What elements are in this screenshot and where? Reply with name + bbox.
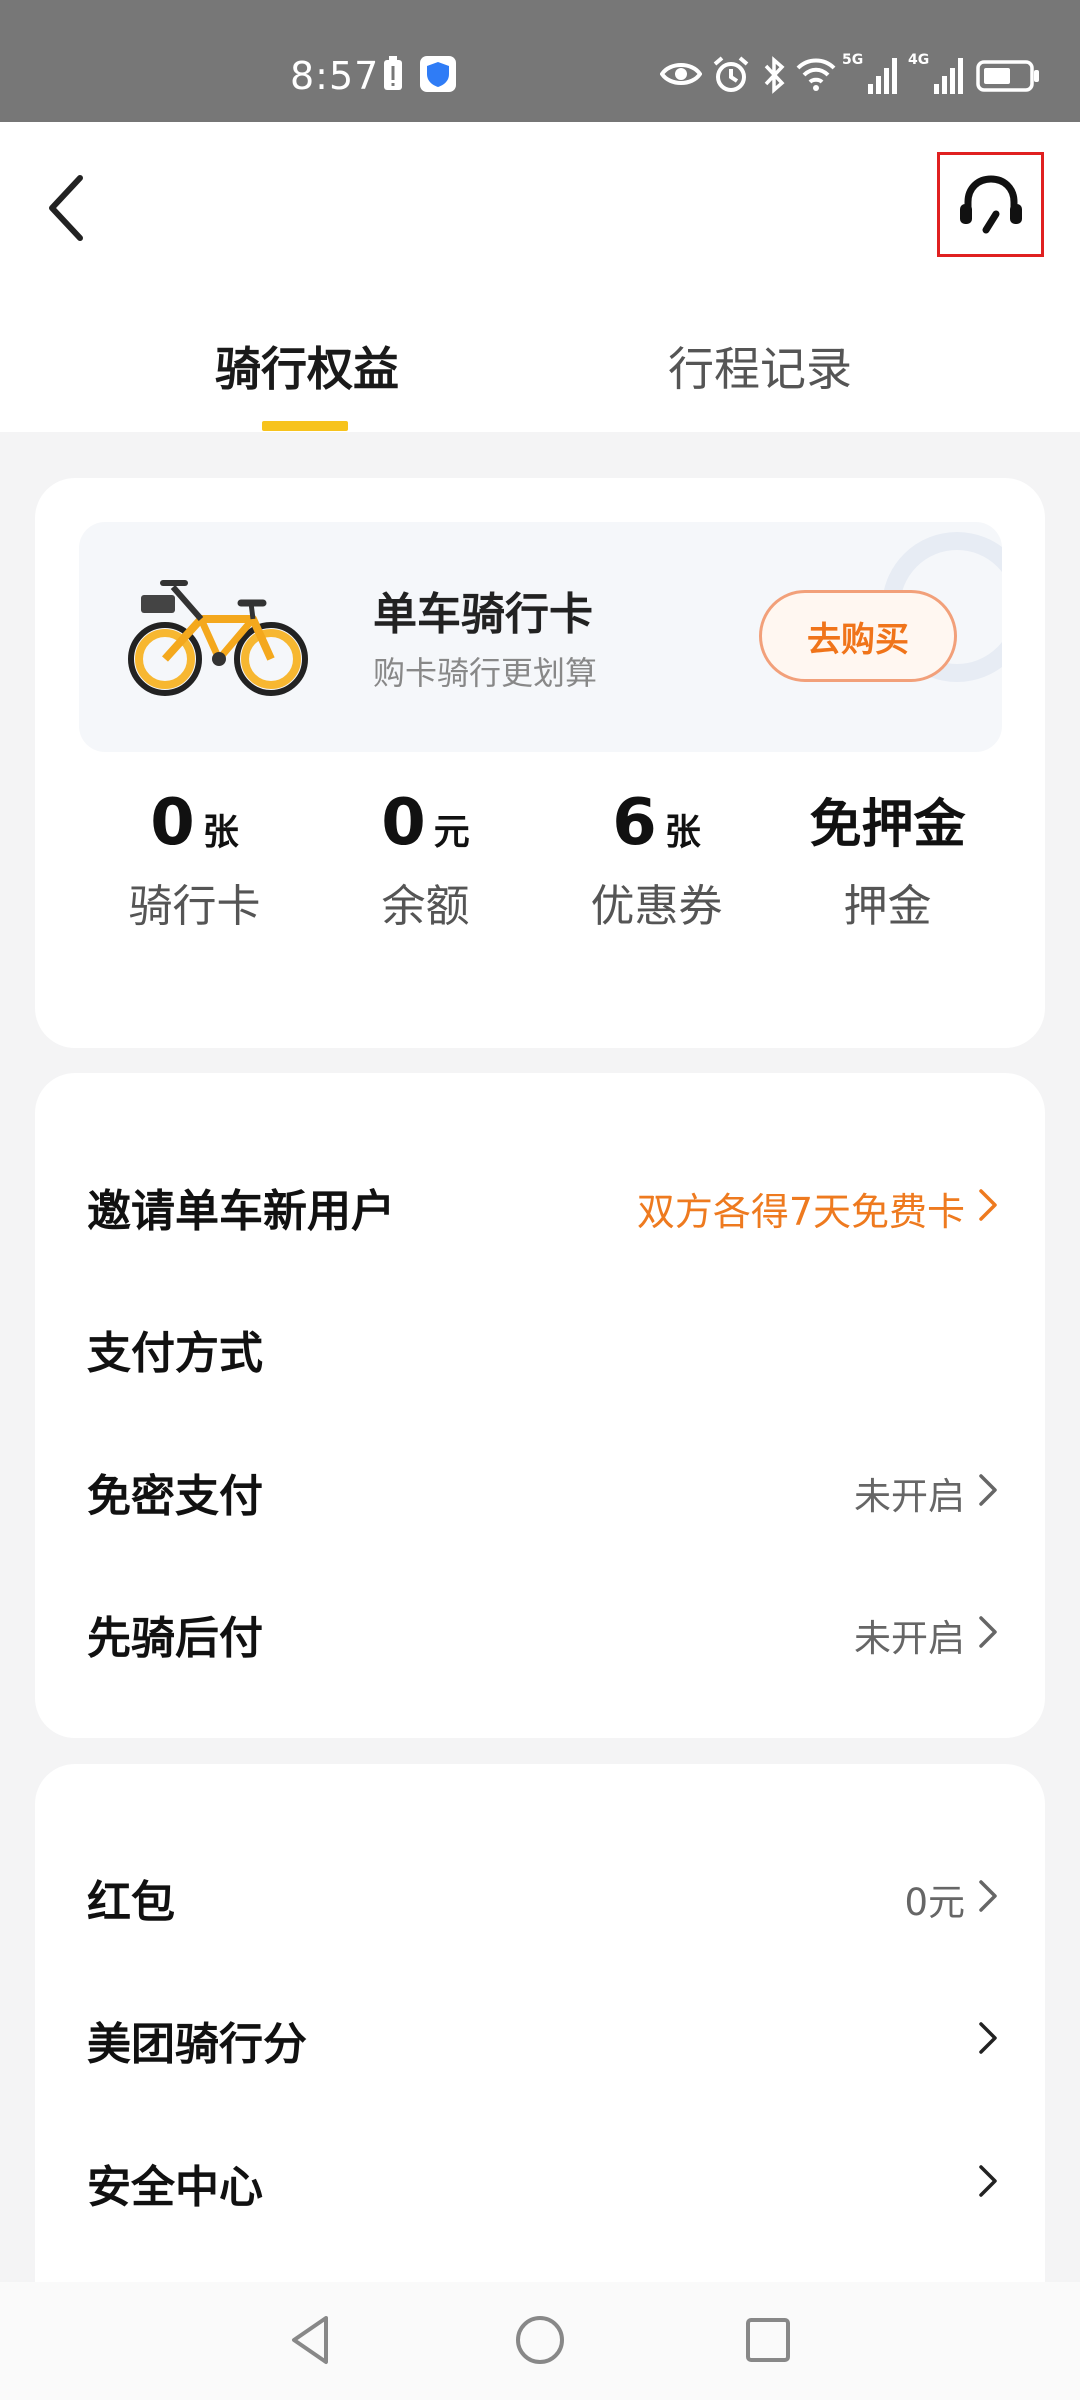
row-label: 先骑后付 <box>87 1613 263 1664</box>
benefits-card: 单车骑行卡 购卡骑行更划算 去购买 0 张 骑行卡 0 元 余额 6 张 优惠券… <box>35 478 1045 1048</box>
svg-text:5G: 5G <box>842 52 863 68</box>
row-value: 未开启 <box>854 1617 965 1660</box>
chevron-right-icon <box>979 1474 997 1506</box>
list-item-safety-center[interactable]: 安全中心 <box>35 2109 1045 2249</box>
bike-icon <box>123 567 313 711</box>
row-label: 支付方式 <box>87 1328 263 1379</box>
headset-icon <box>959 174 1022 233</box>
list-item-password-free-payment[interactable]: 免密支付 未开启 <box>35 1418 1045 1558</box>
bluetooth-icon <box>762 56 786 98</box>
row-label: 安全中心 <box>87 2162 263 2213</box>
stat-value: 免押金 <box>809 795 966 855</box>
chevron-left-icon <box>49 175 83 241</box>
status-bar: 8:57 5G 4G <box>0 0 1080 122</box>
recents-square-icon[interactable] <box>738 2310 798 2374</box>
signal-4g-icon: 4G <box>908 48 966 100</box>
signal-5g-icon: 5G <box>842 48 900 100</box>
stat-label: 押金 <box>843 881 932 932</box>
chevron-right-icon <box>979 1616 997 1648</box>
stat-value: 0 <box>381 786 426 860</box>
stat-coupons[interactable]: 6 张 优惠券 <box>541 786 772 934</box>
tab-trip-records[interactable]: 行程记录 <box>668 333 852 399</box>
chevron-right-icon <box>979 1189 997 1221</box>
stat-unit: 张 <box>664 812 701 853</box>
row-value: 双方各得7天免费卡 <box>636 1190 965 1234</box>
stat-label: 优惠券 <box>590 881 723 932</box>
stat-value: 6 <box>612 786 657 860</box>
tab-riding-benefits[interactable]: 骑行权益 <box>215 333 399 399</box>
stat-balance[interactable]: 0 元 余额 <box>310 786 541 934</box>
stat-value: 0 <box>150 786 195 860</box>
header <box>0 122 1080 285</box>
system-navigation-bar <box>0 2282 1080 2400</box>
chevron-right-icon <box>979 2165 997 2197</box>
tab-active-indicator <box>262 421 348 431</box>
back-triangle-icon[interactable] <box>282 2310 342 2374</box>
row-value: 0元 <box>904 1881 965 1924</box>
promo-subtitle: 购卡骑行更划算 <box>373 654 598 692</box>
back-button[interactable] <box>30 158 120 248</box>
list-item-red-packet[interactable]: 红包 0元 <box>35 1824 1045 1964</box>
list-item-payment-method[interactable]: 支付方式 <box>35 1275 1045 1415</box>
buy-button[interactable]: 去购买 <box>759 590 957 682</box>
list-item-ride-first-pay-later[interactable]: 先骑后付 未开启 <box>35 1560 1045 1700</box>
stat-label: 骑行卡 <box>128 881 261 932</box>
row-label: 邀请单车新用户 <box>87 1186 395 1237</box>
wifi-icon <box>796 56 836 96</box>
home-circle-icon[interactable] <box>510 2310 570 2374</box>
list-item-riding-score[interactable]: 美团骑行分 <box>35 1966 1045 2106</box>
row-value: 未开启 <box>854 1475 965 1518</box>
battery-alert-icon <box>382 56 404 96</box>
chevron-right-icon <box>979 2022 997 2054</box>
stat-unit: 元 <box>433 812 470 853</box>
chevron-right-icon <box>979 1880 997 1912</box>
svg-text:4G: 4G <box>908 52 929 68</box>
stat-unit: 张 <box>202 812 239 853</box>
bike-card-promo[interactable]: 单车骑行卡 购卡骑行更划算 去购买 <box>79 522 1002 752</box>
promo-title: 单车骑行卡 <box>373 589 593 640</box>
customer-service-button[interactable] <box>937 152 1044 257</box>
status-time: 8:57 <box>290 54 380 98</box>
eye-icon <box>659 56 703 96</box>
stat-deposit[interactable]: 免押金 押金 <box>772 786 1003 934</box>
alarm-icon <box>712 56 750 98</box>
stat-riding-card[interactable]: 0 张 骑行卡 <box>79 786 310 934</box>
row-label: 美团骑行分 <box>87 2019 307 2070</box>
stat-label: 余额 <box>381 881 470 932</box>
row-label: 免密支付 <box>87 1471 263 1522</box>
tab-bar: 骑行权益 行程记录 <box>0 285 1080 432</box>
row-label: 红包 <box>87 1877 175 1928</box>
payment-settings-card: 邀请单车新用户 双方各得7天免费卡 支付方式 免密支付 未开启 先骑后付 未开启 <box>35 1073 1045 1738</box>
battery-icon <box>976 60 1040 96</box>
list-item-invite[interactable]: 邀请单车新用户 双方各得7天免费卡 <box>35 1133 1045 1273</box>
shield-icon <box>420 56 456 96</box>
